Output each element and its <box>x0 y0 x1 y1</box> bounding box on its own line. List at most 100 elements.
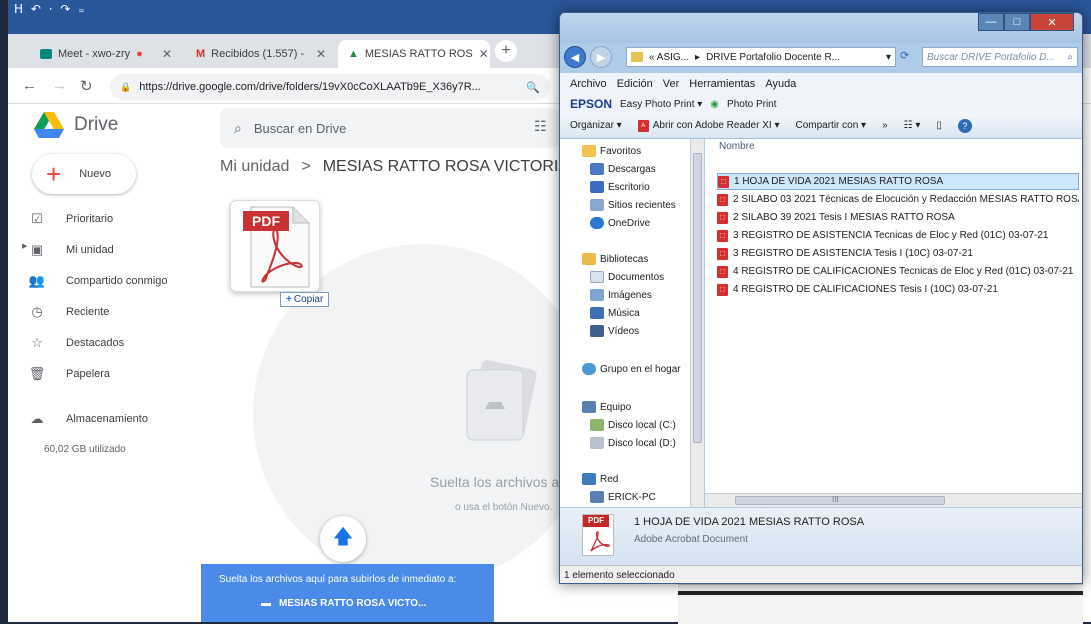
search-options-icon[interactable]: ☷ <box>534 118 547 135</box>
sidebar-item-reciente[interactable]: ◷ Reciente <box>8 297 198 327</box>
file-name: 2 SILABO 39 2021 Tesis I MESIAS RATTO RO… <box>733 212 955 223</box>
search-icon[interactable]: ⌕ <box>1067 52 1073 63</box>
downloads-icon <box>590 163 604 175</box>
file-row[interactable]: ⬚ 4 REGISTRO DE CALIFICACIONES Tesis I (1… <box>717 281 1079 298</box>
upload-folder: ▬ MESIAS RATTO ROSA VICTO... <box>261 598 426 609</box>
file-row[interactable]: ⬚ 2 SILABO 39 2021 Tesis I MESIAS RATTO R… <box>717 209 1079 226</box>
sidebar-icon-wrap: ▶ ▣ <box>8 242 66 258</box>
tree-item-erick-pc[interactable]: ERICK-PC <box>590 491 656 503</box>
chevron-down-icon[interactable]: ▾ <box>886 52 891 63</box>
reload-icon[interactable]: ↻ <box>80 77 93 95</box>
file-row[interactable]: ⬚ 3 REGISTRO DE ASISTENCIA Tecnicas de El… <box>717 227 1079 244</box>
open-with-reader-button[interactable]: A Abrir con Adobe Reader XI ▾ <box>637 119 779 132</box>
tab-label: MESIAS RATTO ROS <box>364 48 473 60</box>
forward-button[interactable]: ▶ <box>590 46 612 68</box>
close-tab-icon[interactable]: ✕ <box>162 47 172 61</box>
menu-archivo[interactable]: Archivo <box>570 78 607 90</box>
desktop-icon <box>590 181 604 193</box>
share-with-button[interactable]: Compartir con ▾ <box>795 120 866 131</box>
tree-label: Imágenes <box>608 289 652 301</box>
tree-item-imagenes[interactable]: Imágenes <box>590 289 652 301</box>
preview-pane-icon[interactable]: ▯ <box>936 120 942 131</box>
back-button[interactable]: ◀ <box>564 46 586 68</box>
sidebar-item-destacados[interactable]: ☆ Destacados <box>8 328 198 358</box>
breadcrumb-current[interactable]: MESIAS RATTO ROSA VICTORIA <box>323 158 569 176</box>
tree-item-equipo[interactable]: Equipo <box>582 401 631 413</box>
tab-gmail[interactable]: M Recibidos (1.557) - ✕ <box>186 40 336 68</box>
explorer-search-field[interactable]: Buscar DRIVE Portafolio D... ⌕ <box>922 47 1078 67</box>
back-icon[interactable]: ← <box>22 77 37 94</box>
close-tab-icon[interactable]: ✕ <box>479 47 489 61</box>
upload-arrow-button[interactable]: 🡅 <box>320 516 366 562</box>
breadcrumb-root[interactable]: Mi unidad <box>220 158 289 176</box>
sidebar-item-storage[interactable]: ☁ Almacenamiento <box>8 404 198 434</box>
path-segment[interactable]: « ASIG... <box>649 52 689 63</box>
navigation-pane: Favoritos Descargas Escritorio Sitios re… <box>560 139 704 507</box>
sidebar-item-prioritario[interactable]: ☑ Prioritario <box>8 204 198 234</box>
organize-button[interactable]: Organizar ▾ <box>570 120 622 131</box>
tree-item-red[interactable]: Red <box>582 473 618 485</box>
storage-used-text: 60,02 GB utilizado <box>44 444 126 455</box>
view-options-icon[interactable]: ☷ ▾ <box>904 120 921 131</box>
scroll-thumb[interactable]: III <box>735 495 945 505</box>
horizontal-scrollbar[interactable]: III <box>705 493 1082 507</box>
copy-label: Copiar <box>293 294 324 305</box>
tree-item-escritorio[interactable]: Escritorio <box>590 181 650 193</box>
menu-herramientas[interactable]: Herramientas <box>689 78 755 90</box>
new-tab-button[interactable]: + <box>495 40 517 62</box>
sidebar-item-mi-unidad[interactable]: ▶ ▣ Mi unidad <box>8 235 198 265</box>
tree-label: OneDrive <box>608 217 651 229</box>
background-window-edge <box>678 584 1083 624</box>
file-row[interactable]: ⬚ 2 SILABO 03 2021 Técnicas de Elocución … <box>717 191 1079 208</box>
tree-item-disco-c[interactable]: Disco local (C:) <box>590 419 676 431</box>
tree-label: Red <box>600 473 619 485</box>
sidebar-item-label: Compartido conmigo <box>66 275 168 287</box>
path-segment[interactable]: DRIVE Portafolio Docente R... <box>706 52 840 63</box>
easy-photo-print-button[interactable]: Easy Photo Print ▾ <box>620 99 702 110</box>
tree-scrollbar[interactable] <box>690 139 704 507</box>
tab-meet[interactable]: Meet - xwo-zry ● ✕ <box>30 40 182 68</box>
tree-item-bibliotecas[interactable]: Bibliotecas <box>582 253 648 265</box>
maximize-button[interactable]: □ <box>1004 13 1030 31</box>
close-tab-icon[interactable]: ✕ <box>316 47 326 61</box>
refresh-icon[interactable]: ⟳ <box>900 49 909 62</box>
menu-edicion[interactable]: Edición <box>617 78 653 90</box>
tree-item-favoritos[interactable]: Favoritos <box>582 145 641 157</box>
sidebar-item-papelera[interactable]: 🗑 Papelera <box>8 359 198 389</box>
column-header-name[interactable]: Nombre <box>719 141 755 152</box>
tree-item-disco-d[interactable]: Disco local (D:) <box>590 437 676 449</box>
tree-scroll-thumb[interactable] <box>693 153 702 443</box>
search-icon[interactable]: ⌕ <box>234 120 242 137</box>
photo-print-button[interactable]: Photo Print <box>727 99 776 110</box>
new-button[interactable]: + Nuevo <box>32 154 136 194</box>
file-row-selected[interactable]: ⬚ 1 HOJA DE VIDA 2021 MESIAS RATTO ROSA <box>717 173 1079 190</box>
url-field[interactable]: 🔒 https://drive.google.com/drive/folders… <box>110 74 550 100</box>
tree-item-sitios-recientes[interactable]: Sitios recientes <box>590 199 676 211</box>
tab-drive[interactable]: ▲ MESIAS RATTO ROS ✕ <box>338 40 490 68</box>
sidebar-item-compartido[interactable]: 👥 Compartido conmigo <box>8 266 198 296</box>
zoom-icon[interactable]: 🔍 <box>526 81 540 94</box>
tree-item-descargas[interactable]: Descargas <box>590 163 656 175</box>
more-commands-button[interactable]: » <box>882 120 888 131</box>
forward-icon[interactable]: → <box>52 77 67 94</box>
expand-caret-icon[interactable]: ▶ <box>22 242 27 250</box>
tree-item-grupo-hogar[interactable]: Grupo en el hogar <box>582 363 681 375</box>
tree-item-documentos[interactable]: Documentos <box>590 271 664 283</box>
tree-item-onedrive[interactable]: OneDrive <box>590 217 650 229</box>
explorer-address-bar[interactable]: « ASIG... ▸ DRIVE Portafolio Docente R..… <box>626 47 896 67</box>
file-row[interactable]: ⬚ 4 REGISTRO DE CALIFICACIONES Tecnicas d… <box>717 263 1079 280</box>
tree-item-videos[interactable]: Vídeos <box>590 325 639 337</box>
star-icon <box>582 145 596 157</box>
close-button[interactable]: ✕ <box>1030 13 1074 31</box>
file-row[interactable]: ⬚ 3 REGISTRO DE ASISTENCIA Tesis I (10C) … <box>717 245 1079 262</box>
tree-item-musica[interactable]: Música <box>590 307 640 319</box>
help-icon[interactable]: ? <box>957 118 972 133</box>
file-name: 1 HOJA DE VIDA 2021 MESIAS RATTO ROSA <box>734 176 944 187</box>
pdf-icon: ⬚ <box>717 229 728 242</box>
menu-ver[interactable]: Ver <box>663 78 680 90</box>
drive-search-field[interactable]: ⌕ Buscar en Drive <box>220 108 560 148</box>
menu-ayuda[interactable]: Ayuda <box>765 78 796 90</box>
quick-access-toolbar[interactable]: H ↶ · ↷ ₌ <box>14 2 87 16</box>
minimize-button[interactable]: — <box>978 13 1004 31</box>
drive-logo[interactable]: Drive <box>34 112 118 138</box>
